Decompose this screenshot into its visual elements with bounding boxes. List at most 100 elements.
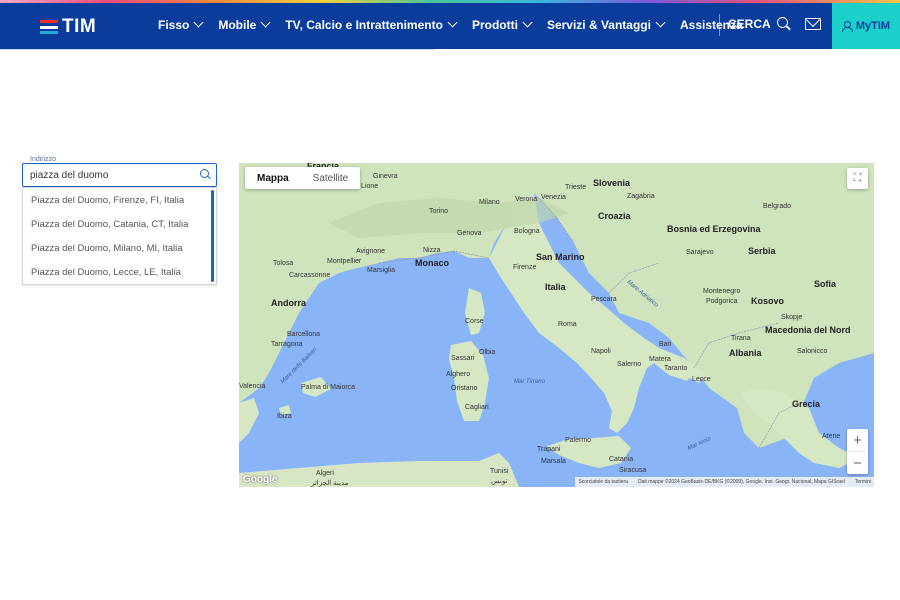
map-type-control: Mappa Satellite <box>245 167 361 189</box>
nav-divider <box>719 14 720 36</box>
map-label: Podgorica <box>706 298 738 305</box>
map-label: Matera <box>649 356 671 363</box>
map-label: Montenegro <box>703 288 741 295</box>
map-label: Palma di Maiorca <box>301 384 356 391</box>
tim-logo[interactable]: TIM <box>40 16 96 38</box>
logo-text: TIM <box>62 16 97 37</box>
map-label: Skopje <box>781 314 803 321</box>
map-label: Bologna <box>514 228 540 235</box>
map-label: Marsala <box>541 458 566 465</box>
nav-label: Servizi & Vantaggi <box>546 17 651 32</box>
nav-label: Prodotti <box>471 17 518 32</box>
map-label: تونس <box>491 478 508 485</box>
suggestion-item[interactable]: Piazza del Duomo, Firenze, FI, Italia <box>23 188 216 212</box>
address-suggestions: Piazza del Duomo, Firenze, FI, Italia Pi… <box>22 187 217 285</box>
nav-label: Mobile <box>218 17 257 32</box>
map-type-mappa-button[interactable]: Mappa <box>245 167 301 189</box>
zoom-in-button[interactable]: + <box>847 429 868 451</box>
map-label: Valencia <box>239 383 266 390</box>
terms-link[interactable]: Termini <box>855 479 871 485</box>
search-button[interactable]: CERCA <box>728 17 791 31</box>
map-label: San Marino <box>536 252 585 262</box>
user-icon <box>841 21 853 32</box>
nav-item-mobile[interactable]: Mobile <box>218 17 271 32</box>
nav-label: TV, Calcio e Intrattenimento <box>285 17 443 32</box>
map-label: Tarragona <box>271 341 303 348</box>
nav-item-tv-calcio[interactable]: TV, Calcio e Intrattenimento <box>285 17 458 32</box>
map-label: Tunisi <box>490 468 509 475</box>
suggestion-item[interactable]: Piazza del Duomo, Catania, CT, Italia <box>23 212 216 236</box>
map-type-satellite-button[interactable]: Satellite <box>301 167 361 189</box>
map-label: Torino <box>429 208 449 215</box>
map-label: Verona <box>515 196 538 203</box>
mytim-button[interactable]: MyTIM <box>832 3 900 49</box>
map-label: Mar Tirreno <box>514 379 545 385</box>
fullscreen-icon[interactable]: ⛶ <box>847 168 868 189</box>
map-label: Salerno <box>617 361 642 368</box>
chevron-down-icon <box>260 17 271 28</box>
chevron-down-icon <box>447 17 458 28</box>
map-label: Ibiza <box>277 413 292 420</box>
map-label: Corse <box>465 318 484 325</box>
map-label: Andorra <box>271 298 307 308</box>
address-input[interactable] <box>30 168 190 183</box>
map-view[interactable]: Francia Lione Ginevra Milano Torino Vero… <box>239 163 874 487</box>
map-label: Firenze <box>513 264 537 271</box>
address-legend: Indirizzo <box>28 156 59 163</box>
map-label: Taranto <box>664 365 688 372</box>
zoom-out-button[interactable]: − <box>847 452 868 474</box>
suggestion-item[interactable]: Piazza del Duomo, Milano, MI, Italia <box>23 236 216 260</box>
map-label: Grecia <box>792 399 821 409</box>
map-label: Pescara <box>591 296 617 303</box>
map-label: Lione <box>361 183 379 190</box>
map-label: Atene <box>822 433 841 440</box>
search-icon <box>776 17 791 31</box>
map-label: Monaco <box>415 258 450 268</box>
map-label: Siracusa <box>619 467 647 474</box>
map-label: Avignone <box>356 248 386 255</box>
mytim-label: MyTIM <box>855 20 891 32</box>
map-label: Zagabria <box>627 193 655 200</box>
nav-item-fisso[interactable]: Fisso <box>158 17 204 32</box>
search-label: CERCA <box>728 17 771 31</box>
google-logo[interactable]: Google <box>243 474 277 485</box>
nav-item-prodotti[interactable]: Prodotti <box>471 17 533 32</box>
main-menu: Fisso Mobile TV, Calcio e Intratteniment… <box>158 0 759 49</box>
map-label: Olbia <box>479 349 496 356</box>
map-label: Cagliari <box>465 404 489 411</box>
tim-logo-icon <box>40 20 58 34</box>
chevron-down-icon <box>193 17 204 28</box>
map-label: Nizza <box>423 247 441 254</box>
map-label: Barcellona <box>287 331 321 338</box>
map-data-attribution: Dati mappe ©2024 GeoBasis-DE/BKG (©2009)… <box>637 479 845 485</box>
map-label: Genova <box>457 230 482 237</box>
search-icon[interactable] <box>200 169 212 181</box>
nav-item-servizi[interactable]: Servizi & Vantaggi <box>546 17 666 32</box>
map-label: Oristano <box>451 385 478 392</box>
map-label: Palermo <box>565 437 592 444</box>
map-label: Trapani <box>537 446 561 453</box>
chevron-down-icon <box>522 17 533 28</box>
map-label: Bari <box>659 341 672 348</box>
map-label: Montpellier <box>327 258 362 265</box>
map-label: Tolosa <box>273 260 294 267</box>
map-label: Sarajevo <box>686 249 714 256</box>
page: TIM Fisso Mobile TV, Calcio e Intratteni… <box>0 0 900 600</box>
suggestion-item[interactable]: Piazza del Duomo, Lecce, LE, Italia <box>23 260 216 284</box>
chevron-down-icon <box>655 17 666 28</box>
map-label: Tirana <box>731 335 751 342</box>
map-label: Carcassonne <box>289 272 331 279</box>
map-label: Bosnia ed Erzegovina <box>667 224 761 234</box>
map-label: Macedonia del Nord <box>765 325 851 335</box>
mail-icon[interactable] <box>805 18 821 30</box>
map-label: Milano <box>479 199 500 206</box>
map-label: مدينة الجزائر <box>311 480 349 487</box>
header-underline <box>0 49 435 50</box>
map-label: Croazia <box>598 211 631 221</box>
keyboard-shortcuts-link[interactable]: Scorciatoie da tastiera <box>578 479 627 485</box>
map-label: Trieste <box>565 184 587 191</box>
map-label: Albania <box>729 348 762 358</box>
map-label: Sassari <box>451 355 475 362</box>
address-field[interactable] <box>22 163 217 187</box>
map-label: Roma <box>558 321 577 328</box>
